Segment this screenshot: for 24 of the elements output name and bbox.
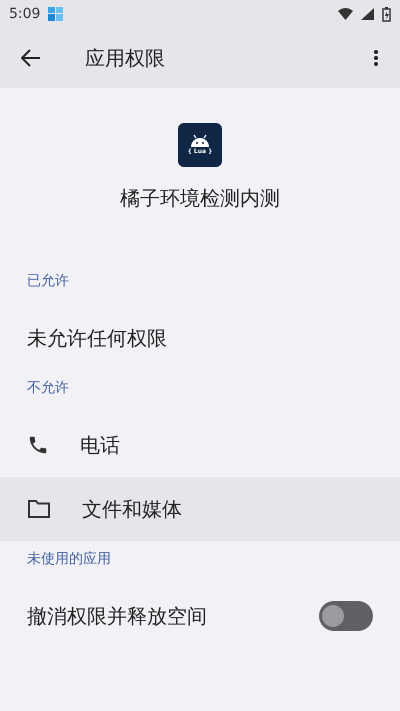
signal-icon [361,8,374,20]
app-name: 橘子环境检测内测 [120,185,280,212]
permission-label: 文件和媒体 [82,496,183,523]
permission-label: 撤消权限并释放空间 [27,603,208,630]
toggle-switch[interactable] [319,601,373,631]
section-header: 未使用的应用 [26,550,112,569]
back-arrow-icon [21,49,41,67]
permission-item[interactable]: 未允许任何权限 [0,306,400,370]
permission-label: 未允许任何权限 [27,325,168,352]
status-time: 5:09 [9,4,40,24]
wifi-icon [338,8,353,20]
section-header: 已允许 [26,272,70,291]
permission-label: 电话 [80,432,121,459]
section-header: 不允许 [26,379,70,398]
battery-icon [382,6,391,22]
permission-item[interactable]: 电话 [0,413,400,477]
folder-icon [27,499,51,519]
more-vert-icon [373,49,379,67]
permission-item[interactable]: 撤消权限并释放空间 [0,584,400,648]
notification-icon [48,7,64,21]
page-title: 应用权限 [85,45,166,72]
android-icon [190,134,210,147]
permission-item[interactable]: 文件和媒体 [0,477,400,541]
phone-icon [27,434,49,456]
